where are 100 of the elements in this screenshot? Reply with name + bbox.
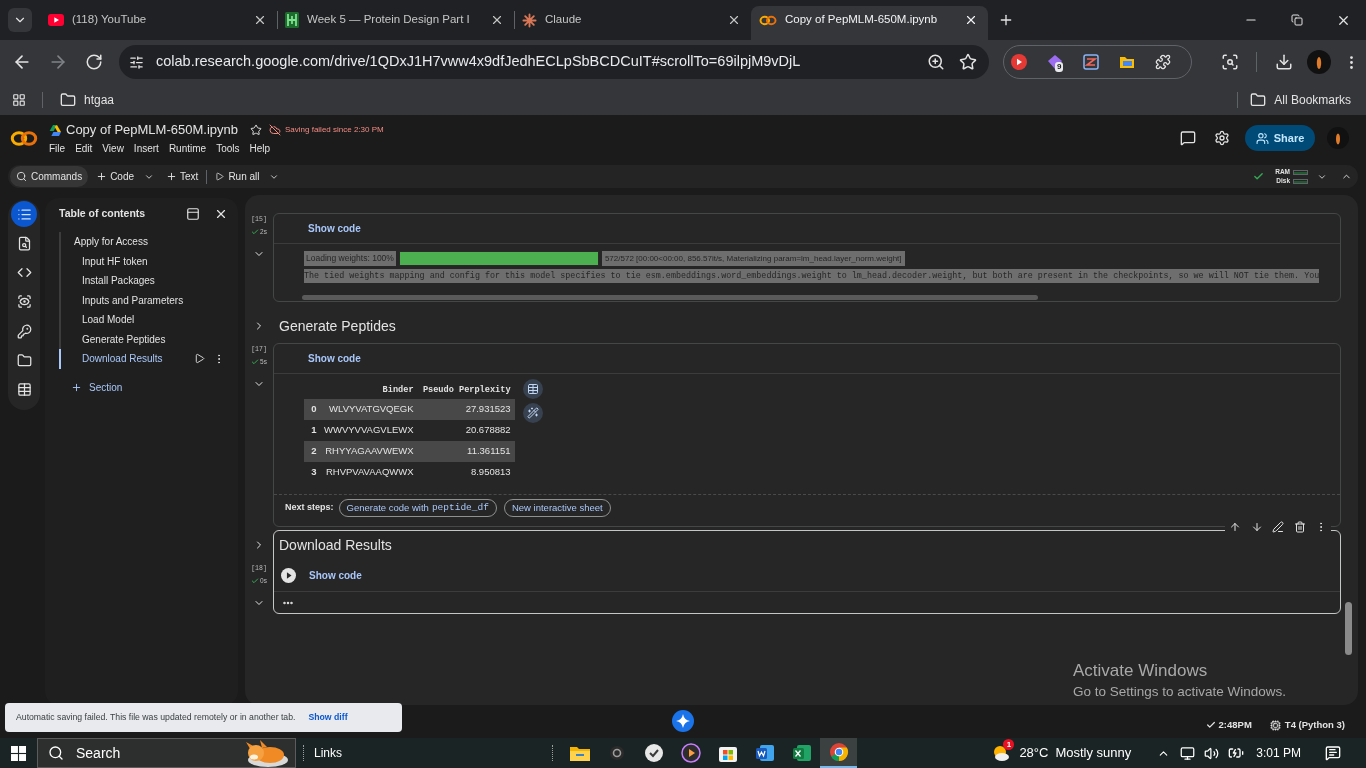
start-icon[interactable] xyxy=(11,745,26,761)
row-header: 2 xyxy=(304,441,324,462)
document-icon[interactable] xyxy=(754,743,775,763)
menu-item[interactable]: File xyxy=(49,140,66,156)
commands-button[interactable]: Commands xyxy=(10,166,89,187)
search-field[interactable]: Search xyxy=(37,738,296,768)
menu-item[interactable]: View xyxy=(102,140,124,156)
clock-time[interactable]: 3:01 PM xyxy=(1256,744,1301,762)
show-code-link[interactable]: Show code xyxy=(308,221,361,236)
browser-tab[interactable]: Copy of PepMLM-650M.ipynb xyxy=(751,6,988,40)
close-icon[interactable] xyxy=(490,13,504,27)
toc-item[interactable]: Install Packages xyxy=(59,271,225,291)
row-header: 0 xyxy=(304,399,324,420)
weather-condition[interactable]: Mostly sunny xyxy=(1055,743,1132,763)
play-button-icon[interactable] xyxy=(281,567,296,583)
code-cell[interactable] xyxy=(273,343,1341,527)
move-up-icon[interactable] xyxy=(1229,521,1241,533)
column-header: Pseudo Perplexity xyxy=(417,381,515,399)
horizontal-scrollbar[interactable] xyxy=(302,295,1038,300)
menu-item[interactable]: Runtime xyxy=(168,140,207,156)
close-icon[interactable] xyxy=(214,207,228,221)
menu-item[interactable]: Insert xyxy=(133,140,159,156)
tab-list-icon[interactable] xyxy=(8,8,32,32)
add-text-button[interactable]: Text xyxy=(166,169,199,184)
settings-icon[interactable] xyxy=(1214,130,1230,146)
eye-icon[interactable] xyxy=(16,294,32,310)
edit-icon[interactable] xyxy=(1272,521,1284,533)
comment-icon[interactable] xyxy=(1180,130,1196,146)
toc-item[interactable]: Apply for Access xyxy=(59,232,225,252)
toc-item[interactable]: Download Results xyxy=(59,349,225,369)
links-toolbar-label[interactable]: Links xyxy=(314,744,342,762)
chat-bubble-icon[interactable] xyxy=(1325,745,1341,761)
menu-item[interactable]: Help xyxy=(249,140,271,156)
close-icon[interactable] xyxy=(964,13,978,27)
sparkle-icon[interactable] xyxy=(672,710,694,732)
code-cell[interactable] xyxy=(273,213,1341,302)
star-icon[interactable] xyxy=(250,124,262,136)
bookmark-star-icon[interactable] xyxy=(959,53,977,71)
scan-search-icon[interactable] xyxy=(1221,53,1239,71)
run-all-button[interactable]: Run all xyxy=(215,169,260,184)
share-button[interactable]: Share xyxy=(1245,125,1315,151)
pattern-tile-icon[interactable] xyxy=(1083,54,1099,70)
zoom-icon[interactable] xyxy=(927,53,945,71)
notebook-title[interactable]: Copy of PepMLM-650M.ipynb xyxy=(66,120,238,140)
bookmark-folder[interactable]: htgaa xyxy=(60,90,115,109)
delete-icon[interactable] xyxy=(1293,521,1306,533)
avatar-icon[interactable] xyxy=(1327,127,1349,149)
sun-cloud-icon[interactable] xyxy=(991,743,1012,763)
browser-tab[interactable]: Week 5 — Protein Design Part I xyxy=(277,6,514,40)
new-tab-icon[interactable] xyxy=(998,12,1014,28)
table-icon[interactable] xyxy=(522,379,543,399)
volume-icon[interactable] xyxy=(1204,745,1220,761)
reload-icon[interactable] xyxy=(85,53,103,71)
spreadsheet-icon[interactable] xyxy=(791,743,812,763)
show-diff-link[interactable]: Show diff xyxy=(308,710,348,724)
play-icon[interactable] xyxy=(680,743,701,763)
menu-item[interactable]: Edit xyxy=(75,140,93,156)
show-code-link[interactable]: Show code xyxy=(308,351,361,366)
magic-wand-icon[interactable] xyxy=(522,403,543,423)
extensions-icon[interactable] xyxy=(1155,54,1171,70)
folder-icon[interactable] xyxy=(1119,54,1135,70)
close-icon[interactable] xyxy=(727,13,741,27)
show-code-link[interactable]: Show code xyxy=(309,567,362,583)
browser-tab[interactable]: Claude xyxy=(514,6,751,40)
panel-icon[interactable] xyxy=(186,207,200,221)
list-icon[interactable] xyxy=(11,201,37,227)
bookmark-folder[interactable]: All Bookmarks xyxy=(1250,90,1351,109)
move-down-icon[interactable] xyxy=(1250,521,1263,533)
document-search-icon[interactable] xyxy=(16,235,32,251)
temperature-text[interactable]: 28°C xyxy=(1019,743,1049,763)
download-icon[interactable] xyxy=(1275,53,1293,71)
site-settings-icon[interactable] xyxy=(129,54,144,70)
table-icon[interactable] xyxy=(16,382,32,398)
add-code-button[interactable]: Code xyxy=(96,169,135,184)
menu-item[interactable]: Tools xyxy=(216,140,240,156)
section-heading[interactable]: Generate Peptides xyxy=(279,315,396,337)
battery-icon[interactable] xyxy=(1228,745,1245,761)
browser-tab[interactable]: (118) YouTube xyxy=(40,6,277,40)
vertical-scrollbar[interactable] xyxy=(1345,602,1352,655)
toc-item[interactable]: Input HF token xyxy=(59,251,225,271)
toc-item[interactable]: Generate Peptides xyxy=(59,329,225,349)
restore-icon[interactable] xyxy=(1291,14,1303,26)
apps-icon[interactable] xyxy=(12,92,26,107)
close-icon[interactable] xyxy=(253,13,267,27)
avatar-icon[interactable] xyxy=(1307,50,1331,74)
add-section-button[interactable]: Section xyxy=(71,377,123,398)
address-bar[interactable]: colab.research.google.com/drive/1QDxJ1H7vww4x9dfJedhECLpSbBCDCuIT#scrollTo=69ilpjM9vDjL xyxy=(119,45,989,79)
folder-icon[interactable] xyxy=(16,353,32,368)
loop-logo-icon[interactable] xyxy=(10,129,38,147)
play-circle-icon[interactable] xyxy=(1011,54,1027,70)
key-icon[interactable] xyxy=(16,323,32,339)
toc-item[interactable]: Load Model xyxy=(59,310,225,330)
ring-icon[interactable] xyxy=(608,745,625,761)
folder-icon[interactable] xyxy=(569,745,590,761)
table-cell: WWVYVVAGVLEWX xyxy=(324,420,418,441)
runtime-label[interactable]: T4 (Python 3) xyxy=(1284,717,1345,733)
toc-item[interactable]: Inputs and Parameters xyxy=(59,290,225,310)
browser-icon[interactable] xyxy=(820,738,857,768)
check-circle-icon[interactable] xyxy=(643,743,664,763)
monitor-icon[interactable] xyxy=(1180,745,1196,761)
